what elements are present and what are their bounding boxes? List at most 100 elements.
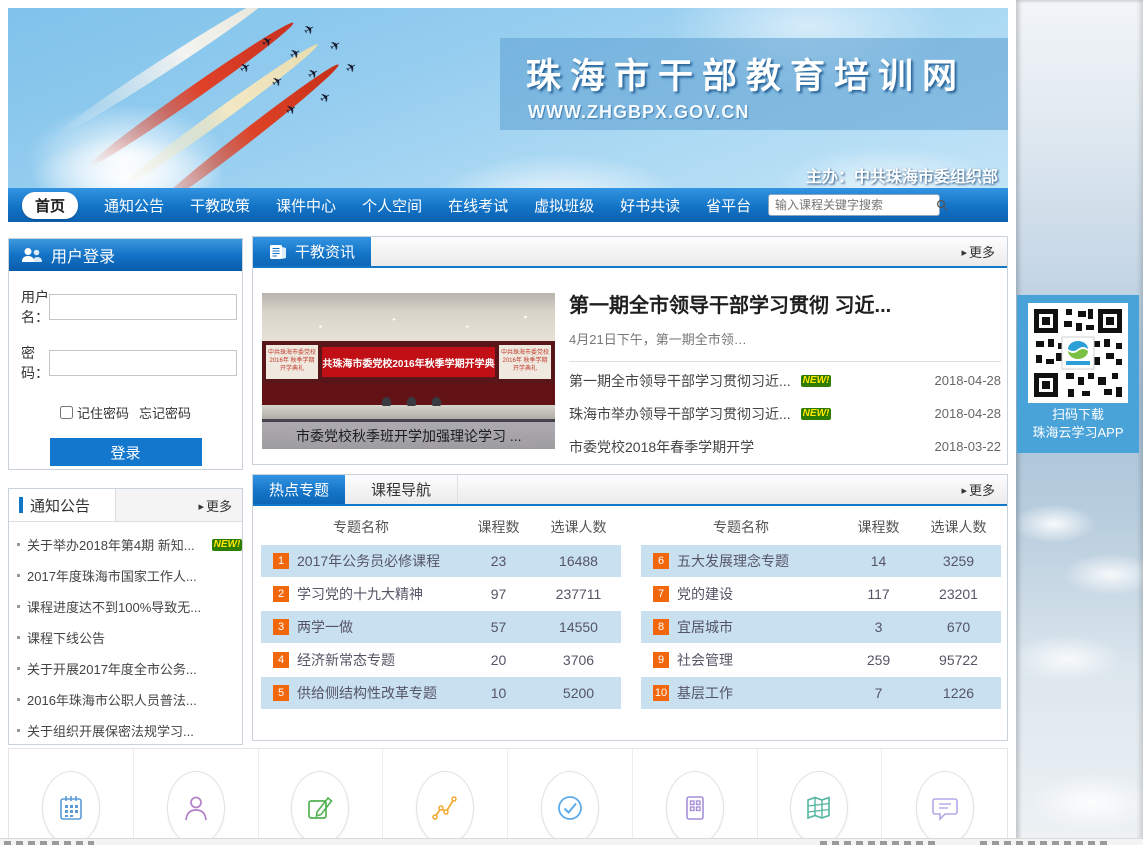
news-list-item[interactable]: 市委党校2018年春季学期开学 2018-03-22 [569, 430, 1001, 463]
news-list-item[interactable]: 珠海市举办领导干部学习贯彻习近... NEW! 2018-04-28 [569, 397, 1001, 430]
new-badge: NEW! [801, 408, 832, 420]
nav-item-notices[interactable]: 通知公告 [104, 195, 164, 216]
topic-row[interactable]: 5供给侧结构性改革专题 105200 [261, 677, 621, 709]
quick-link-apps[interactable] [633, 749, 758, 844]
quick-link-exam[interactable] [508, 749, 633, 844]
nav-item-virtual-class[interactable]: 虚拟班级 [534, 195, 594, 216]
main-nav: 首页 通知公告 干教政策 课件中心 个人空间 在线考试 虚拟班级 好书共读 省平… [8, 188, 1008, 222]
tab-hot-topics[interactable]: 热点专题 [253, 475, 345, 504]
notice-item[interactable]: 2017年度珠海市国家工作人... [17, 560, 236, 591]
password-label: 密 码： [21, 343, 49, 383]
quick-link-calendar[interactable] [9, 749, 134, 844]
tab-news[interactable]: 干教资讯 [253, 237, 371, 266]
topic-row[interactable]: 8宜居城市 3670 [641, 611, 1001, 643]
jet-icon: ✈ [343, 58, 361, 77]
username-row: 用户名： [21, 287, 232, 327]
more-arrow-icon [961, 482, 969, 497]
qr-caption-line2: 珠海云学习APP [1017, 424, 1139, 442]
newspaper-icon [269, 244, 287, 260]
notice-item[interactable]: 课程进度达不到100%导致无... [17, 591, 236, 622]
icon-ellipse [666, 771, 724, 845]
news-list-item[interactable]: 第一期全市领导干部学习贯彻习近... NEW! 2018-04-28 [569, 364, 1001, 397]
user-login-panel: 用户登录 用户名： 密 码： 记住密码 忘记密码 登录 [8, 238, 243, 470]
qr-code-image [1028, 303, 1128, 403]
tab-course-nav[interactable]: 课程导航 [345, 475, 458, 504]
nav-item-province-platform[interactable]: 省平台 [706, 195, 751, 216]
rank-badge: 8 [653, 619, 669, 635]
quick-link-feedback[interactable] [882, 749, 1007, 844]
remember-password-checkbox[interactable] [60, 406, 73, 419]
topic-row[interactable]: 10基层工作 71226 [641, 677, 1001, 709]
rank-badge: 4 [273, 652, 289, 668]
notice-list: 关于举办2018年第4期 新知... NEW! 2017年度珠海市国家工作人..… [9, 522, 242, 746]
notice-item[interactable]: 课程下线公告 [17, 622, 236, 653]
topic-row[interactable]: 2学习党的十九大精神 97237711 [261, 578, 621, 610]
quick-link-progress[interactable] [383, 749, 508, 844]
topics-table-right: 6五大发展理念专题 143259 7党的建设 11723201 8宜居城市 36… [641, 545, 1001, 710]
login-button[interactable]: 登录 [50, 438, 202, 466]
icon-ellipse [916, 771, 974, 845]
username-field[interactable] [49, 294, 237, 320]
news-photo[interactable]: 中共珠海市委党校2016年 秋季学期开学典礼 中共珠海市委党校2016年秋季学期… [262, 293, 555, 449]
notice-item[interactable]: 2016年珠海市公职人员普法... [17, 684, 236, 715]
password-field[interactable] [49, 350, 237, 376]
topic-row[interactable]: 3两学一做 5714550 [261, 611, 621, 643]
site-url: WWW.ZHGBPX.GOV.CN [528, 102, 1008, 123]
bullet-icon [17, 729, 20, 732]
rank-badge: 5 [273, 685, 289, 701]
new-badge: NEW! [212, 539, 243, 551]
app-download-qr-panel[interactable]: 扫码下载 珠海云学习APP [1017, 295, 1139, 453]
search-input[interactable] [769, 198, 936, 212]
photo-head-table [262, 405, 555, 419]
rank-badge: 7 [653, 586, 669, 602]
page: 扫码下载 珠海云学习APP ✈ ✈ ✈ ✈ ✈ ✈ ✈ ✈ ✈ ✈ 珠海市干部教… [0, 0, 1143, 845]
nav-item-home[interactable]: 首页 [22, 192, 78, 219]
topic-row[interactable]: 7党的建设 11723201 [641, 578, 1001, 610]
notice-item[interactable]: 关于举办2018年第4期 新知... NEW! [17, 529, 236, 560]
quick-link-profile[interactable] [134, 749, 259, 844]
clipped-text-fragment [4, 841, 94, 845]
news-detail: 第一期全市领导干部学习贯彻 习近... 4月21日下午，第一期全市领… 第一期全… [569, 289, 1001, 463]
news-headline[interactable]: 第一期全市领导干部学习贯彻 习近... [569, 289, 1001, 318]
notice-item[interactable]: 关于组织开展保密法规学习... [17, 715, 236, 746]
edit-icon [305, 793, 335, 823]
news-more-link[interactable]: 更多 [961, 237, 995, 266]
password-row: 密 码： [21, 343, 232, 383]
photo-ceiling [262, 293, 555, 341]
map-icon [804, 793, 834, 823]
topic-row[interactable]: 9社会管理 25995722 [641, 644, 1001, 676]
icon-ellipse [541, 771, 599, 845]
nav-item-courseware[interactable]: 课件中心 [276, 195, 336, 216]
nav-item-personal-space[interactable]: 个人空间 [362, 195, 422, 216]
search-icon[interactable] [936, 199, 948, 211]
calendar-icon [56, 793, 86, 823]
login-options: 记住密码 忘记密码 [9, 403, 242, 422]
rank-badge: 3 [273, 619, 289, 635]
topics-more-link[interactable]: 更多 [961, 475, 995, 504]
chart-icon [430, 793, 460, 823]
photo-person [432, 397, 441, 406]
topic-row[interactable]: 4经济新常态专题 203706 [261, 644, 621, 676]
keypad-icon [680, 793, 710, 823]
photo-projection-screen: 中共珠海市委党校2016年 秋季学期开学典礼 [266, 345, 318, 379]
bullet-icon [17, 574, 20, 577]
quick-link-register[interactable] [259, 749, 384, 844]
topic-row[interactable]: 6五大发展理念专题 143259 [641, 545, 1001, 577]
nav-item-online-exam[interactable]: 在线考试 [448, 195, 508, 216]
notice-title-wrap: 通知公告 [9, 489, 115, 521]
icon-ellipse [790, 771, 848, 845]
quick-link-map[interactable] [758, 749, 883, 844]
nav-item-policy[interactable]: 干教政策 [190, 195, 250, 216]
photo-banner-row: 中共珠海市委党校2016年 秋季学期开学典礼 中共珠海市委党校2016年秋季学期… [262, 341, 555, 383]
rank-badge: 10 [653, 685, 669, 701]
nav-item-reading[interactable]: 好书共读 [620, 195, 680, 216]
topic-row[interactable]: 12017年公务员必修课程 2316488 [261, 545, 621, 577]
notice-more-link[interactable]: 更多 [115, 489, 242, 521]
site-banner: ✈ ✈ ✈ ✈ ✈ ✈ ✈ ✈ ✈ ✈ 珠海市干部教育培训网 WWW.ZHGBP… [8, 8, 1008, 188]
notice-panel: 通知公告 更多 关于举办2018年第4期 新知... NEW! 2017年度珠海… [8, 488, 243, 745]
forgot-password-link[interactable]: 忘记密码 [139, 403, 191, 422]
notice-item[interactable]: 关于开展2017年度全市公务... [17, 653, 236, 684]
icon-ellipse [416, 771, 474, 845]
check-circle-icon [555, 793, 585, 823]
new-badge: NEW! [801, 375, 832, 387]
